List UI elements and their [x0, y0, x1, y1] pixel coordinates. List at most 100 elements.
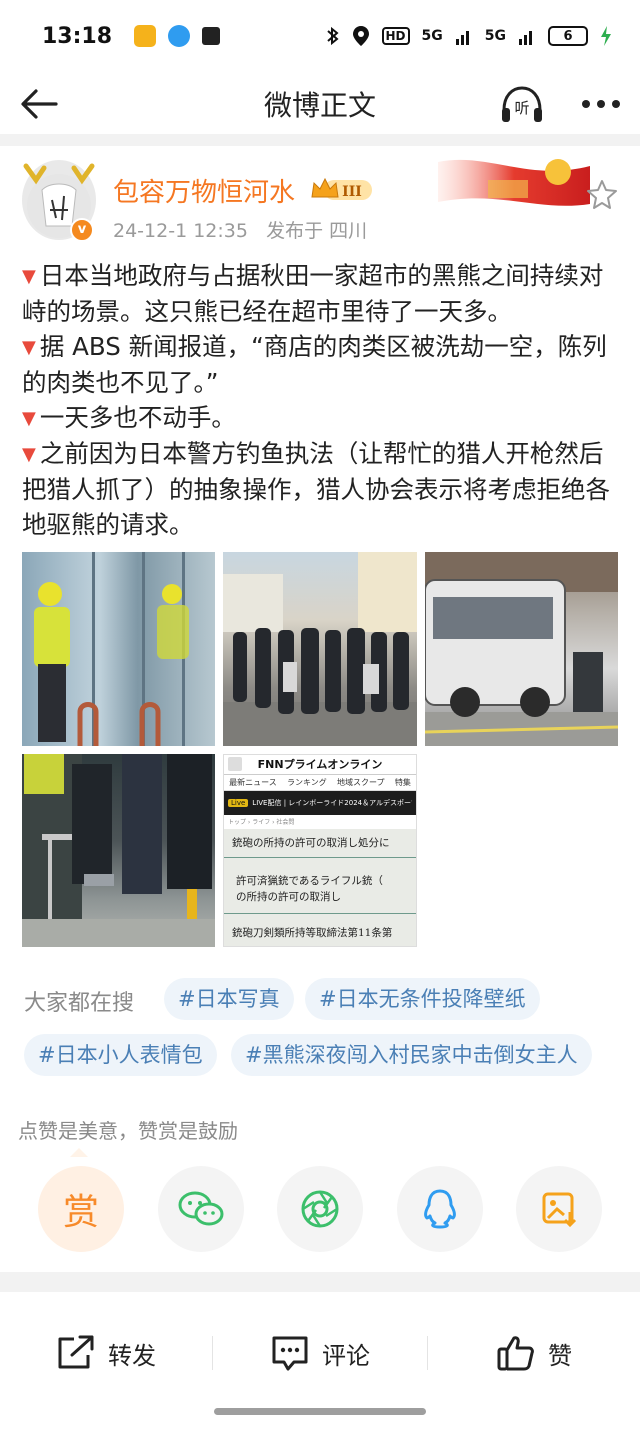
doc-line: 許可済猟銃であるライフル銃（ [236, 875, 383, 887]
fnn-nav: 最新ニュース ランキング 地域スクープ 特集 [224, 775, 416, 791]
post-date: 24-12-1 12:35 [113, 220, 248, 242]
doc-line: 銃砲刀剣類所持等取締法第11条第 [232, 927, 393, 939]
signal-5g-a: 5G [421, 28, 443, 44]
menu-icon [228, 757, 242, 771]
home-indicator[interactable] [214, 1408, 426, 1415]
fnn-nav-item: 地域スクープ [337, 778, 385, 787]
post-paragraph-3: ▼ 一天多也不动手。 [22, 400, 622, 436]
live-tag: Live [228, 799, 249, 807]
battery-indicator: 6 [548, 26, 588, 46]
doc-line: 銃砲の所持の許可の取消し処分に [232, 837, 390, 849]
qq-icon [424, 1189, 456, 1229]
status-indicators: HD 5G 5G 6 [326, 25, 612, 47]
action-separator [212, 1336, 213, 1370]
share-qq-button[interactable] [397, 1166, 483, 1252]
post-image-5-screenshot[interactable]: FNNプライムオンライン 最新ニュース ランキング 地域スクープ 特集 Live… [223, 754, 417, 947]
fnn-breadcrumb: トップ › ライフ › 社会問 [228, 819, 295, 826]
post-paragraph-2: ▼ 据 ABS 新闻报道，“商店的肉类区被洗劫一空，陈列的肉类也不见了。” [22, 329, 622, 400]
nav-bar: 微博正文 听 [0, 72, 640, 134]
headphones-icon: 听 [502, 86, 542, 122]
fnn-site-title: FNNプライムオンライン [257, 758, 383, 771]
post-paragraph-4: ▼ 之前因为日本警方钓鱼执法（让帮忙的猎人开枪然后把猎人抓了）的抽象操作，猎人协会… [22, 436, 622, 542]
post-paragraph-1: ▼ 日本当地政府与占据秋田一家超市的黑熊之间持续对峙的场景。这只熊已经在超市里待了… [22, 258, 622, 329]
share-moments-button[interactable] [277, 1166, 363, 1252]
reward-button[interactable]: 赏 [38, 1166, 124, 1252]
moments-icon [301, 1190, 339, 1228]
status-app-icons [134, 25, 221, 47]
listen-button[interactable]: 听 [498, 80, 546, 128]
vip-level: III [342, 184, 362, 200]
doc-line: の所持の許可の取消し [236, 891, 341, 903]
signal-5g-b: 5G [484, 28, 506, 44]
fnn-nav-item: 特集 [394, 778, 411, 787]
verified-badge: v [70, 218, 94, 242]
repost-label: 转发 [108, 1341, 156, 1370]
fnn-header: FNNプライムオンライン [224, 755, 416, 775]
search-tag[interactable]: #日本小人表情包 [24, 1034, 217, 1076]
hint-pointer [70, 1148, 88, 1157]
notification-app-icon [134, 25, 157, 47]
fnn-nav-item: ランキング [287, 778, 327, 787]
holiday-decoration [438, 159, 590, 206]
more-options-icon[interactable] [578, 82, 624, 126]
post-line-text: 之前因为日本警方钓鱼执法（让帮忙的猎人开枪然后把猎人抓了）的抽象操作，猎人协会表… [22, 439, 610, 539]
taobao-notification-icon [202, 27, 221, 45]
comment-label: 评论 [322, 1341, 370, 1370]
red-triangle-icon: ▼ [22, 444, 36, 465]
reward-hint: 点赞是美意，赞赏是鼓励 [18, 1119, 238, 1143]
wechat-icon [178, 1191, 224, 1226]
post-image-1[interactable] [22, 552, 215, 746]
post-body: ▼ 日本当地政府与占据秋田一家超市的黑熊之间持续对峙的场景。这只熊已经在超市里待了… [22, 258, 622, 542]
red-triangle-icon: ▼ [22, 337, 36, 358]
like-button[interactable]: 赞 [496, 1330, 572, 1376]
repost-icon [58, 1335, 94, 1369]
red-triangle-icon: ▼ [22, 408, 36, 429]
vip-badge[interactable]: III [310, 175, 374, 203]
search-tag[interactable]: #黑熊深夜闯入村民家中击倒女主人 [231, 1034, 592, 1076]
post-line-text: 日本当地政府与占据秋田一家超市的黑熊之间持续对峙的场景。这只熊已经在超市里待了一… [22, 261, 604, 326]
section-divider [0, 134, 640, 146]
status-bar: 13:18 HD 5G 5G 6 [0, 0, 640, 72]
hd-icon: HD [381, 27, 410, 45]
post-location: 发布于 四川 [266, 220, 368, 242]
post-author-name[interactable]: 包容万物恒河水 [113, 172, 295, 209]
status-time: 13:18 [42, 23, 113, 49]
post-meta: 24-12-1 12:35 发布于 四川 [113, 216, 367, 243]
action-separator [427, 1336, 428, 1370]
post-image-2[interactable] [223, 552, 417, 746]
search-tag[interactable]: #日本写真 [164, 978, 294, 1020]
red-triangle-icon: ▼ [22, 266, 36, 287]
fnn-nav-item: 最新ニュース [229, 778, 277, 787]
save-image-button[interactable] [516, 1166, 602, 1252]
comment-icon [272, 1336, 308, 1371]
photo-officers-equipment [22, 754, 215, 947]
location-icon [352, 26, 369, 46]
photo-police-bus [425, 552, 618, 746]
post-image-3[interactable] [425, 552, 618, 746]
share-wechat-button[interactable] [158, 1166, 244, 1252]
search-tag[interactable]: #日本无条件投降壁纸 [305, 978, 540, 1020]
signal-bars-icon-2 [519, 31, 532, 45]
save-image-icon [542, 1192, 577, 1228]
signal-bars-icon [455, 31, 469, 45]
crown-icon: III [311, 177, 372, 200]
document-photo: 銃砲の所持の許可の取消し処分に 許可済猟銃であるライフル銃（ の所持の許可の取消… [224, 829, 416, 946]
comment-button[interactable]: 评论 [270, 1330, 370, 1376]
listen-label: 听 [514, 99, 529, 117]
reward-icon: 赏 [62, 1192, 99, 1233]
fnn-live-bar: Live LIVE配信 | レインボーライド2024＆アルデスポーツ 7:00〜… [224, 791, 416, 815]
thumbs-up-icon [497, 1336, 534, 1371]
live-text: LIVE配信 | レインボーライド2024＆アルデスポーツ 7:00〜16:30… [252, 799, 412, 807]
photo-riot-police [223, 552, 417, 746]
qq-notification-icon [168, 25, 191, 47]
like-label: 赞 [548, 1341, 572, 1370]
favorite-star-icon[interactable] [586, 178, 618, 210]
bottom-divider [0, 1272, 640, 1292]
charging-icon [601, 26, 611, 46]
post-image-4[interactable] [22, 754, 215, 947]
bluetooth-icon [326, 26, 339, 46]
post-line-text: 据 ABS 新闻报道，“商店的肉类区被洗劫一空，陈列的肉类也不见了。” [22, 332, 607, 397]
photo-worker-hivis [34, 552, 189, 746]
trending-search-label: 大家都在搜 [24, 991, 135, 1016]
repost-button[interactable]: 转发 [56, 1330, 156, 1376]
